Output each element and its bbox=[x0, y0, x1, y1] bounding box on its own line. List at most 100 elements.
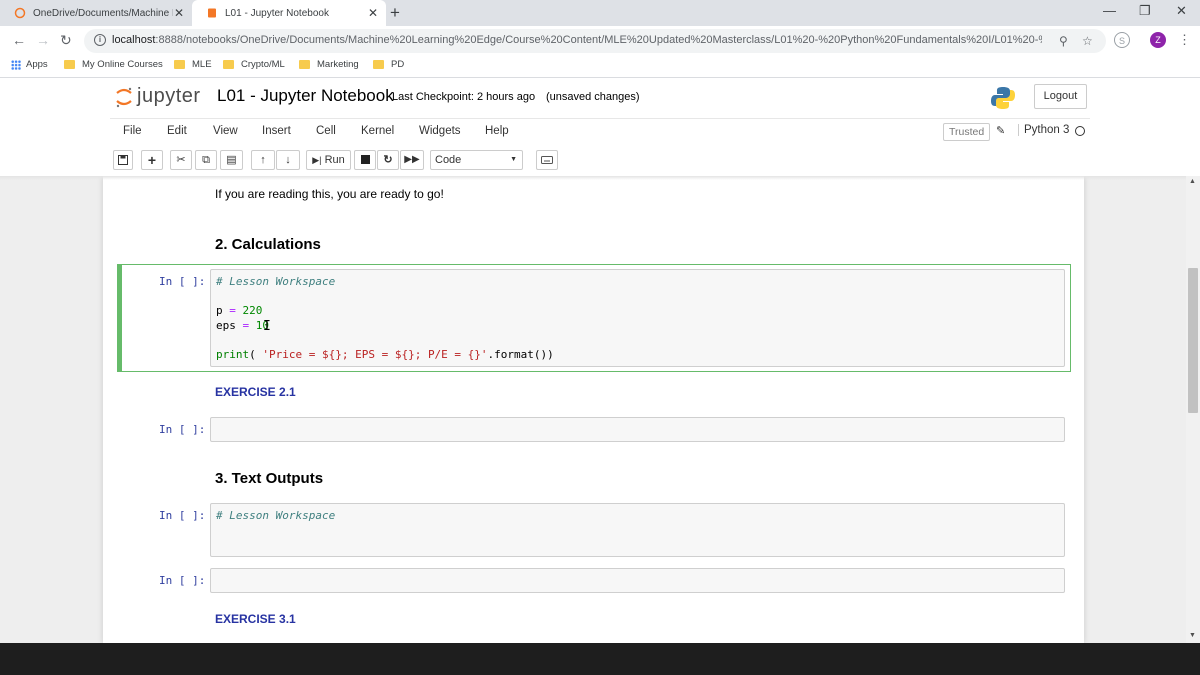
code-editor[interactable]: # Lesson Workspace bbox=[211, 504, 1064, 524]
menu-insert[interactable]: Insert bbox=[262, 125, 291, 137]
code-editor[interactable]: # Lesson Workspace p = 220 eps = 10 prin… bbox=[211, 270, 1064, 362]
jupyter-header: jupyter L01 - Jupyter Notebook Last Chec… bbox=[0, 79, 1200, 117]
menu-cell[interactable]: Cell bbox=[316, 125, 336, 137]
run-step-icon: ▶| bbox=[312, 155, 322, 165]
move-down-arrow-icon[interactable]: ↓ bbox=[276, 150, 300, 170]
tab-strip: OneDrive/Documents/Machine L ✕ L01 - Jup… bbox=[0, 0, 1200, 26]
page-scrollbar[interactable]: ▲ ▼ bbox=[1186, 176, 1200, 643]
notebook-toolbar: + ✂ ⧉ ▤ ↑ ↓ ▶| Run ↻ ▶▶ Code ▼ bbox=[110, 148, 1090, 174]
scroll-thumb[interactable] bbox=[1188, 268, 1198, 413]
bookmark-pd[interactable]: PD bbox=[373, 59, 404, 70]
bookmark-apps[interactable]: Apps bbox=[11, 59, 48, 70]
notebook-name[interactable]: L01 - Jupyter Notebook bbox=[217, 86, 394, 106]
folder-icon bbox=[223, 60, 234, 69]
bookmark-label: Apps bbox=[26, 59, 48, 70]
bookmark-label: PD bbox=[391, 59, 405, 70]
tab-onedrive[interactable]: OneDrive/Documents/Machine L ✕ bbox=[0, 0, 192, 26]
jupyter-wordmark[interactable]: jupyter bbox=[137, 85, 201, 108]
new-tab-button[interactable]: + bbox=[390, 3, 400, 23]
forward-arrow-icon[interactable]: → bbox=[36, 32, 50, 48]
apps-grid-icon bbox=[11, 59, 21, 70]
back-arrow-icon[interactable]: ← bbox=[12, 32, 26, 48]
skype-extension-icon[interactable]: S bbox=[1114, 32, 1130, 48]
loading-spinner-icon bbox=[14, 7, 26, 19]
folder-icon bbox=[299, 60, 310, 69]
menu-file[interactable]: File bbox=[123, 125, 142, 137]
trusted-indicator[interactable]: Trusted bbox=[943, 123, 991, 141]
section-heading-text-outputs: 3. Text Outputs bbox=[215, 470, 324, 487]
menu-edit[interactable]: Edit bbox=[167, 125, 187, 137]
tab-jupyter[interactable]: L01 - Jupyter Notebook ✕ bbox=[192, 0, 386, 26]
exercise-2-1-label: EXERCISE 2.1 bbox=[215, 385, 296, 399]
menu-view[interactable]: View bbox=[213, 125, 238, 137]
code-cell-input[interactable]: # Lesson Workspace p = 220 eps = 10 prin… bbox=[210, 269, 1065, 367]
bookmark-star-icon[interactable]: ☆ bbox=[1082, 34, 1093, 48]
code-cell-input[interactable] bbox=[210, 417, 1065, 442]
run-button[interactable]: ▶| Run bbox=[306, 150, 351, 170]
reload-icon[interactable]: ↻ bbox=[60, 32, 72, 49]
dropdown-caret-icon: ▼ bbox=[510, 156, 517, 163]
cell-prompt: In [ ]: bbox=[159, 275, 206, 288]
site-info-icon[interactable]: i bbox=[94, 34, 106, 46]
restart-icon[interactable]: ↻ bbox=[377, 150, 399, 170]
bookmark-crypto-ml[interactable]: Crypto/ML bbox=[223, 59, 285, 70]
run-label: Run bbox=[324, 154, 345, 166]
copy-icon[interactable]: ⧉ bbox=[195, 150, 217, 170]
paste-icon[interactable]: ▤ bbox=[220, 150, 243, 170]
profile-avatar[interactable]: Z bbox=[1150, 32, 1166, 48]
pencil-edit-icon[interactable]: ✎ bbox=[996, 124, 1005, 137]
jupyter-logo-icon[interactable] bbox=[115, 85, 133, 109]
cell-type-value: Code bbox=[435, 154, 462, 166]
browser-window: OneDrive/Documents/Machine L ✕ L01 - Jup… bbox=[0, 0, 1200, 643]
logout-button[interactable]: Logout bbox=[1034, 84, 1087, 109]
close-tab-icon[interactable]: ✕ bbox=[174, 6, 184, 20]
bookmark-label: Crypto/ML bbox=[241, 59, 285, 70]
minimize-icon[interactable]: — bbox=[1103, 3, 1116, 18]
scroll-down-arrow-icon[interactable]: ▼ bbox=[1189, 632, 1196, 639]
insert-cell-plus-icon[interactable]: + bbox=[141, 150, 163, 170]
close-tab-icon[interactable]: ✕ bbox=[368, 6, 378, 20]
tab-title: OneDrive/Documents/Machine L bbox=[33, 7, 173, 19]
autosave-status: (unsaved changes) bbox=[546, 91, 640, 103]
exercise-3-1-label: EXERCISE 3.1 bbox=[215, 612, 296, 626]
cut-scissors-icon[interactable]: ✂ bbox=[170, 150, 192, 170]
bookmark-marketing[interactable]: Marketing bbox=[299, 59, 359, 70]
bookmark-label: My Online Courses bbox=[82, 59, 163, 70]
os-taskbar bbox=[0, 643, 1200, 675]
chrome-menu-icon[interactable]: ⋮ bbox=[1178, 32, 1191, 48]
bookmark-label: Marketing bbox=[317, 59, 359, 70]
menu-kernel[interactable]: Kernel bbox=[361, 125, 394, 137]
notebook-container: If you are reading this, you are ready t… bbox=[103, 176, 1084, 643]
python-logo-icon bbox=[991, 87, 1015, 109]
fast-forward-icon[interactable]: ▶▶ bbox=[400, 150, 424, 170]
cell-type-select[interactable]: Code ▼ bbox=[430, 150, 523, 170]
bookmark-my-online-courses[interactable]: My Online Courses bbox=[64, 59, 163, 70]
zoom-magnifier-icon[interactable]: ⚲ bbox=[1059, 34, 1068, 48]
menu-widgets[interactable]: Widgets bbox=[419, 125, 461, 137]
folder-icon bbox=[174, 60, 185, 69]
kernel-name[interactable]: Python 3 bbox=[1018, 124, 1069, 136]
folder-icon bbox=[64, 60, 75, 69]
bookmark-mle[interactable]: MLE bbox=[174, 59, 212, 70]
url-input[interactable]: i localhost:8888/notebooks/OneDrive/Docu… bbox=[84, 29, 1106, 53]
interrupt-stop-icon[interactable] bbox=[354, 150, 376, 170]
bookmark-label: MLE bbox=[192, 59, 212, 70]
command-palette-keyboard-icon[interactable] bbox=[536, 150, 558, 170]
header-shadow bbox=[0, 176, 1186, 180]
markdown-intro: If you are reading this, you are ready t… bbox=[215, 187, 444, 201]
move-up-arrow-icon[interactable]: ↑ bbox=[251, 150, 275, 170]
section-heading-calculations: 2. Calculations bbox=[215, 236, 321, 253]
kernel-idle-indicator-icon bbox=[1075, 126, 1085, 136]
folder-icon bbox=[373, 60, 384, 69]
address-bar-row: ← → ↻ i localhost:8888/notebooks/OneDriv… bbox=[0, 26, 1200, 56]
restore-icon[interactable]: ❐ bbox=[1139, 3, 1151, 19]
scroll-up-arrow-icon[interactable]: ▲ bbox=[1189, 178, 1196, 185]
code-cell-input[interactable]: # Lesson Workspace bbox=[210, 503, 1065, 557]
menu-help[interactable]: Help bbox=[485, 125, 509, 137]
save-icon[interactable] bbox=[113, 150, 133, 170]
cell-prompt: In [ ]: bbox=[159, 574, 206, 587]
cell-prompt: In [ ]: bbox=[159, 423, 206, 436]
code-cell-input[interactable] bbox=[210, 568, 1065, 593]
close-window-icon[interactable]: ✕ bbox=[1176, 3, 1187, 19]
notebook-site: If you are reading this, you are ready t… bbox=[0, 176, 1186, 643]
